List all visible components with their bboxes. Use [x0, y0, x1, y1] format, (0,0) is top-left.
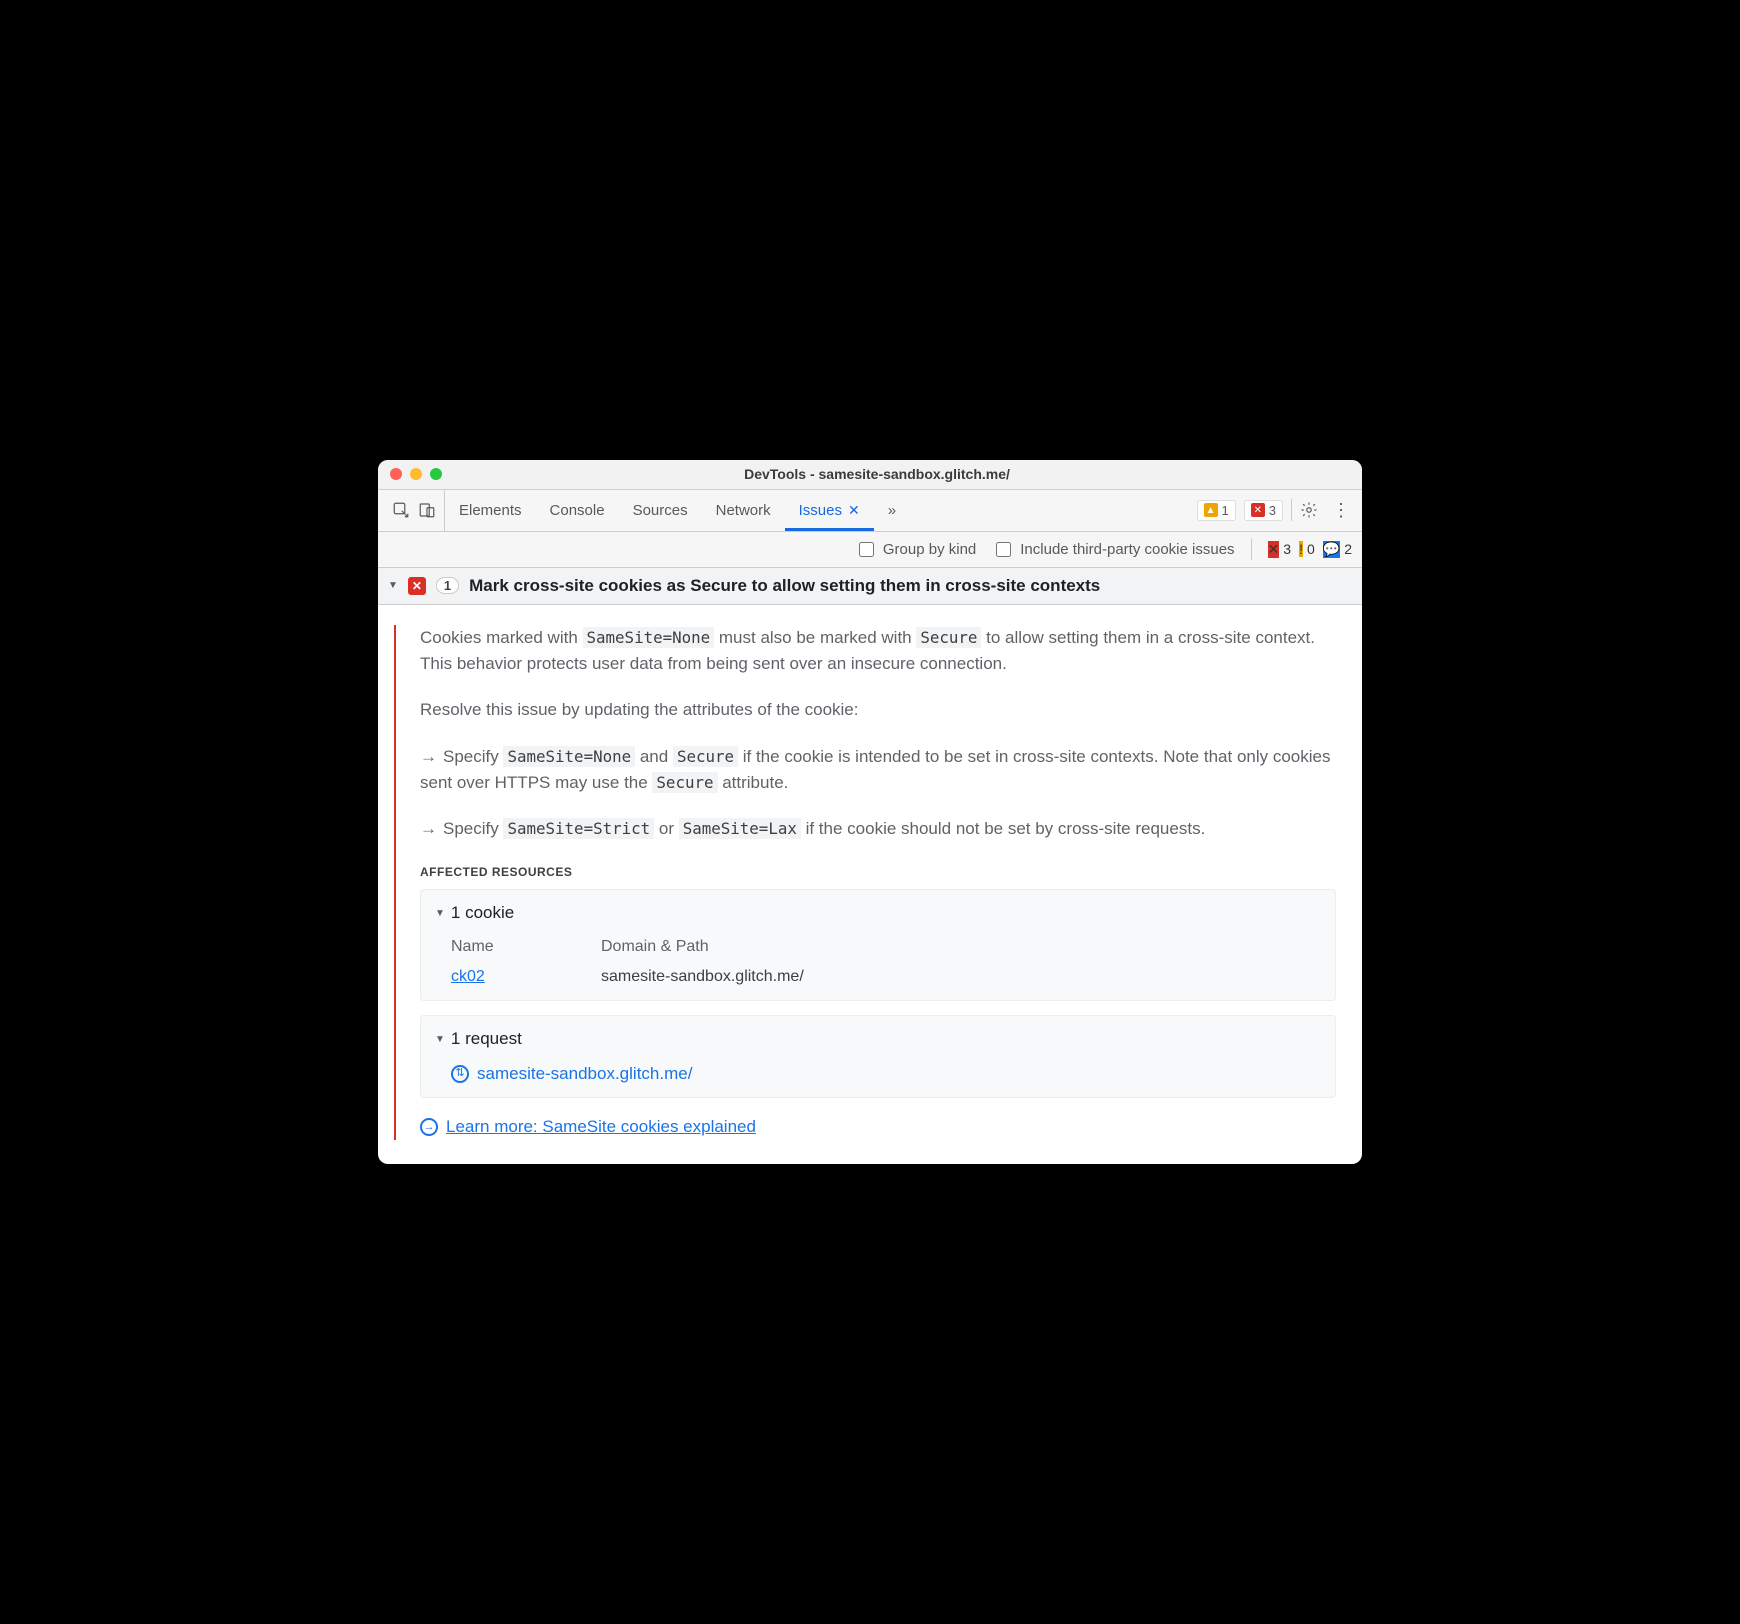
text: must also be marked with	[714, 628, 916, 647]
panel-tabs: Elements Console Sources Network Issues …	[445, 490, 910, 531]
text: if the cookie should not be set by cross…	[801, 819, 1205, 838]
window-title: DevTools - samesite-sandbox.glitch.me/	[404, 466, 1350, 482]
cookie-resource-box: ▼ 1 cookie Name Domain & Path ck02 sames…	[420, 889, 1336, 1001]
code: Secure	[673, 746, 738, 767]
issue-title: Mark cross-site cookies as Secure to all…	[469, 576, 1100, 596]
count-value: 3	[1283, 541, 1291, 557]
tab-issues[interactable]: Issues ✕	[785, 490, 874, 531]
error-icon: ✕	[1268, 541, 1280, 558]
chat-icon: 💬	[1323, 541, 1340, 558]
error-count-pair[interactable]: ✕3	[1268, 541, 1292, 558]
collapse-icon: ▼	[435, 906, 445, 922]
count-value: 0	[1307, 541, 1315, 557]
network-icon: ⇅	[451, 1065, 469, 1083]
checkbox[interactable]	[996, 542, 1011, 557]
code: SameSite=None	[583, 627, 715, 648]
issue-description-1: Cookies marked with SameSite=None must a…	[420, 625, 1336, 678]
issue-description-2: Resolve this issue by updating the attri…	[420, 697, 1336, 723]
issue-bullet-2: → Specify SameSite=Strict or SameSite=Lax…	[420, 816, 1336, 842]
tab-label: Sources	[633, 502, 688, 519]
error-count: 3	[1269, 503, 1276, 518]
code: SameSite=Strict	[503, 818, 654, 839]
device-toolbar-icon[interactable]	[418, 501, 436, 519]
section-title: 1 request	[451, 1026, 522, 1052]
chat-count-pair[interactable]: 💬2	[1323, 541, 1352, 558]
text: Specify	[443, 819, 503, 838]
checkbox[interactable]	[859, 542, 874, 557]
error-icon: ✕	[1251, 503, 1265, 517]
code: Secure	[916, 627, 981, 648]
third-party-checkbox[interactable]: Include third-party cookie issues	[992, 539, 1234, 560]
text: Cookies marked with	[420, 628, 583, 647]
warning-count: 1	[1222, 503, 1229, 518]
error-icon: ✕	[408, 577, 426, 595]
collapse-icon: ▼	[435, 1032, 445, 1048]
code: SameSite=Lax	[679, 818, 801, 839]
request-section-toggle[interactable]: ▼ 1 request	[435, 1026, 1321, 1052]
learn-more-row[interactable]: → Learn more: SameSite cookies explained	[420, 1114, 1336, 1140]
group-by-kind-checkbox[interactable]: Group by kind	[855, 539, 976, 560]
request-resource-box: ▼ 1 request ⇅ samesite-sandbox.glitch.me…	[420, 1015, 1336, 1098]
close-icon[interactable]	[390, 468, 402, 480]
cookie-name-link[interactable]: ck02	[451, 965, 541, 990]
code: SameSite=None	[503, 746, 635, 767]
learn-more-link[interactable]: Learn more: SameSite cookies explained	[446, 1114, 756, 1140]
title-bar: DevTools - samesite-sandbox.glitch.me/	[378, 460, 1362, 490]
main-toolbar: Elements Console Sources Network Issues …	[378, 490, 1362, 532]
text: Specify	[443, 747, 503, 766]
col-domain-header: Domain & Path	[601, 935, 709, 960]
tab-console[interactable]: Console	[536, 490, 619, 531]
tab-sources[interactable]: Sources	[619, 490, 702, 531]
devtools-window: DevTools - samesite-sandbox.glitch.me/ E…	[378, 460, 1362, 1165]
open-external-icon: →	[420, 1118, 438, 1136]
code: Secure	[652, 772, 717, 793]
severity-bar	[394, 625, 396, 1141]
info-icon: !	[1299, 541, 1303, 557]
issue-counts: ✕3 !0 💬2	[1268, 541, 1352, 558]
select-element-icon[interactable]	[392, 501, 410, 519]
error-badge[interactable]: ✕ 3	[1244, 500, 1283, 521]
warning-icon: ▲	[1204, 503, 1218, 517]
checkbox-label: Group by kind	[883, 541, 976, 558]
issue-count: 1	[436, 577, 459, 594]
affected-resources-label: Affected Resources	[420, 863, 1336, 882]
section-title: 1 cookie	[451, 900, 514, 926]
arrow-icon: →	[420, 816, 437, 842]
filter-bar: Group by kind Include third-party cookie…	[378, 532, 1362, 568]
issue-bullet-1: →Specify SameSite=None and Secure if the…	[420, 744, 1336, 797]
tab-label: Elements	[459, 502, 522, 519]
count-value: 2	[1344, 541, 1352, 557]
text: and	[635, 747, 673, 766]
checkbox-label: Include third-party cookie issues	[1020, 541, 1234, 558]
divider	[1291, 499, 1292, 521]
request-url-link[interactable]: samesite-sandbox.glitch.me/	[477, 1061, 692, 1087]
issue-body: Cookies marked with SameSite=None must a…	[378, 605, 1362, 1165]
divider	[1251, 538, 1252, 560]
gear-icon[interactable]	[1300, 501, 1318, 519]
tab-network[interactable]: Network	[702, 490, 785, 531]
more-tabs-icon[interactable]: »	[874, 490, 910, 531]
info-count-pair[interactable]: !0	[1299, 541, 1315, 557]
text: or	[654, 819, 679, 838]
col-name-header: Name	[451, 935, 541, 960]
warning-badge[interactable]: ▲ 1	[1197, 500, 1236, 521]
text: attribute.	[718, 773, 789, 792]
tab-label: Console	[550, 502, 605, 519]
close-tab-icon[interactable]: ✕	[848, 502, 860, 519]
issue-header[interactable]: ▼ ✕ 1 Mark cross-site cookies as Secure …	[378, 568, 1362, 605]
collapse-icon[interactable]: ▼	[388, 580, 398, 591]
tab-label: Issues	[799, 502, 842, 519]
kebab-menu-icon[interactable]: ⋮	[1326, 500, 1356, 521]
cookie-domain: samesite-sandbox.glitch.me/	[601, 965, 804, 990]
tab-label: Network	[716, 502, 771, 519]
cookie-section-toggle[interactable]: ▼ 1 cookie	[435, 900, 1321, 926]
arrow-icon: →	[420, 744, 437, 770]
tab-elements[interactable]: Elements	[445, 490, 536, 531]
